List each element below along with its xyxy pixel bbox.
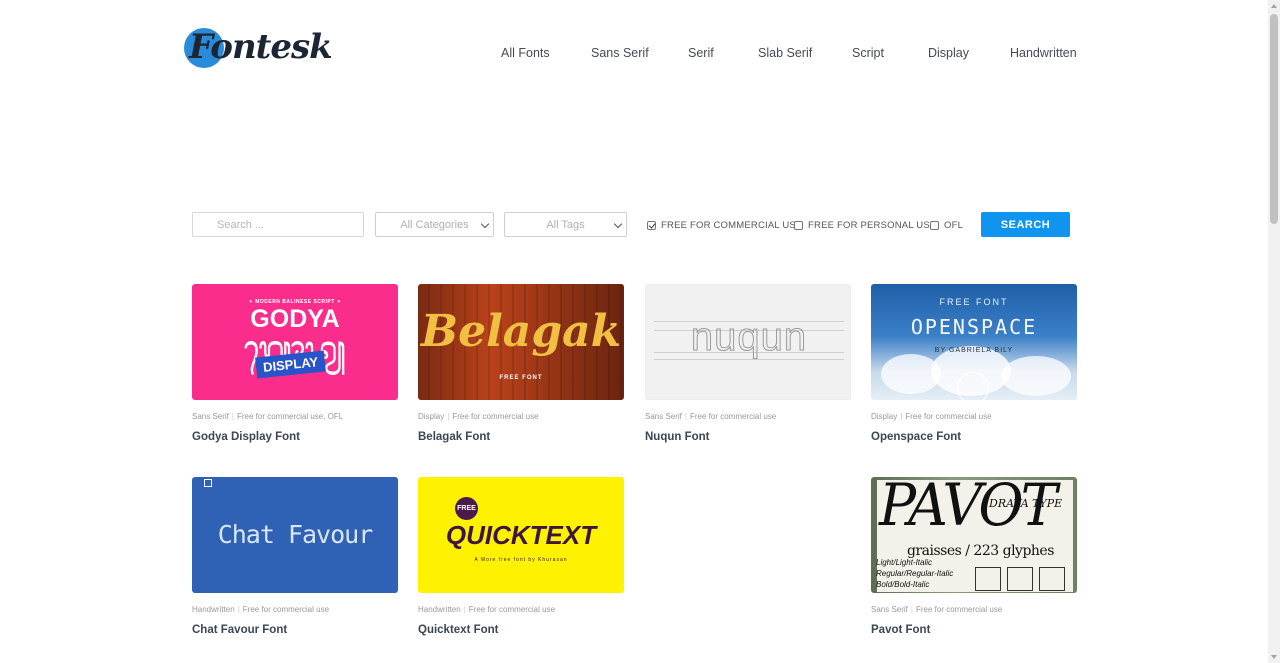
- nav-all-fonts[interactable]: All Fonts: [501, 46, 550, 60]
- art-brand-icon: [204, 479, 212, 487]
- chevron-down-icon: [480, 219, 490, 229]
- main-nav: All Fonts Sans Serif Serif Slab Serif Sc…: [0, 46, 1268, 62]
- nav-script[interactable]: Script: [852, 46, 884, 60]
- art-main-text: QUICKTEXT: [445, 520, 597, 550]
- tags-select-value: All Tags: [546, 218, 585, 231]
- nav-slab-serif[interactable]: Slab Serif: [758, 46, 812, 60]
- font-card-quicktext[interactable]: FREE QUICKTEXT A More free font by Khura…: [418, 477, 624, 647]
- font-thumbnail[interactable]: nuqun: [645, 284, 851, 400]
- font-thumbnail[interactable]: Belagak FREE FONT: [418, 284, 624, 400]
- font-card-belagak[interactable]: Belagak FREE FONT Display | Free for comme…: [418, 284, 624, 454]
- art-free-badge: FREE: [455, 497, 478, 520]
- site-header: Fontesk All Fonts Sans Serif Serif Slab …: [0, 0, 1268, 90]
- font-license: Free for commercial use: [689, 412, 777, 421]
- font-thumbnail[interactable]: FREE QUICKTEXT A More free font by Khura…: [418, 477, 624, 593]
- font-license: Free for commercial use: [915, 605, 1003, 614]
- font-card-nuqun[interactable]: nuqun Sans Serif | Free for commercial use…: [645, 284, 851, 454]
- filter-commercial-label: FREE FOR COMMERCIAL USE: [661, 219, 803, 231]
- font-title[interactable]: Nuqun Font: [645, 431, 710, 443]
- art-sub-text: BY GABRIELA BILY: [934, 347, 1014, 354]
- category-select[interactable]: All Categories: [375, 212, 494, 237]
- art-glyph-box: [975, 567, 1001, 591]
- font-category[interactable]: Display: [871, 412, 897, 421]
- art-glyph-box: [1039, 567, 1065, 591]
- search-input[interactable]: [192, 212, 364, 237]
- nav-handwritten[interactable]: Handwritten: [1010, 46, 1077, 60]
- font-thumbnail[interactable]: ✦ MODERN BALINESE SCRIPT ✦ GODYA ᬕᭀᬤ᭄ᬬ D…: [192, 284, 398, 400]
- checkbox-checked-icon[interactable]: [647, 220, 656, 230]
- chevron-down-icon: [613, 219, 623, 229]
- font-category[interactable]: Handwritten: [418, 605, 461, 614]
- font-title[interactable]: Belagak Font: [418, 431, 490, 443]
- font-card-openspace[interactable]: FREE FONT OPENSPACE BY GABRIELA BILY Dis…: [871, 284, 1077, 454]
- font-card-godya[interactable]: ✦ MODERN BALINESE SCRIPT ✦ GODYA ᬕᭀᬤ᭄ᬬ D…: [192, 284, 398, 454]
- filter-ofl[interactable]: OFL: [930, 219, 963, 231]
- checkbox-icon[interactable]: [930, 220, 939, 230]
- font-license: Free for commercial use, OFL: [236, 412, 344, 421]
- category-select-value: All Categories: [400, 218, 469, 231]
- font-category[interactable]: Sans Serif: [192, 412, 229, 421]
- art-main-text: OPENSPACE: [910, 315, 1038, 339]
- font-title[interactable]: Openspace Font: [871, 431, 961, 443]
- nav-sans-serif[interactable]: Sans Serif: [591, 46, 649, 60]
- art-monogram-icon: [957, 372, 989, 400]
- art-main-text: nuqun: [690, 315, 808, 360]
- tags-select[interactable]: All Tags: [504, 212, 627, 237]
- page-scrollbar[interactable]: [1268, 0, 1280, 663]
- search-button[interactable]: SEARCH: [981, 212, 1070, 237]
- nav-display[interactable]: Display: [928, 46, 969, 60]
- font-meta: Display | Free for commercial use: [418, 412, 539, 421]
- cloud-shape: [1001, 356, 1071, 396]
- font-title[interactable]: Quicktext Font: [418, 624, 499, 636]
- art-glyph-box: [1007, 567, 1033, 591]
- font-meta: Sans Serif | Free for commercial use: [871, 605, 1003, 614]
- font-thumbnail[interactable]: PAVOT DRAVA TYPE graisses / 223 glyphes …: [871, 477, 1077, 593]
- font-meta: Handwritten | Free for commercial use: [192, 605, 330, 614]
- font-category[interactable]: Display: [418, 412, 444, 421]
- art-top-text: FREE FONT: [939, 297, 1009, 307]
- art-weight-2: Regular/Regular-Italic: [876, 569, 954, 578]
- font-title[interactable]: Pavot Font: [871, 624, 930, 636]
- checkbox-icon[interactable]: [794, 220, 803, 230]
- filter-commercial[interactable]: FREE FOR COMMERCIAL USE: [647, 219, 802, 231]
- art-sub-text: FREE FONT: [499, 375, 543, 381]
- font-title[interactable]: Godya Display Font: [192, 431, 300, 443]
- font-thumbnail[interactable]: Chat Favour: [192, 477, 398, 593]
- art-weight-3: Bold/Bold-Italic: [876, 580, 930, 589]
- font-title[interactable]: Chat Favour Font: [192, 624, 287, 636]
- art-brand-text: DRAVA TYPE: [989, 497, 1063, 510]
- art-weight-1: Light/Light-Italic: [876, 558, 933, 567]
- scroll-thumb[interactable]: [1270, 14, 1278, 224]
- filter-ofl-label: OFL: [944, 219, 964, 231]
- art-main-text: Belagak: [420, 306, 622, 357]
- font-meta: Display | Free for commercial use: [871, 412, 992, 421]
- font-meta: Sans Serif | Free for commercial use, OFL: [192, 412, 344, 421]
- font-meta: Sans Serif | Free for commercial use: [645, 412, 777, 421]
- font-category[interactable]: Sans Serif: [645, 412, 682, 421]
- font-thumbnail[interactable]: FREE FONT OPENSPACE BY GABRIELA BILY: [871, 284, 1077, 400]
- filter-personal-label: FREE FOR PERSONAL USE: [808, 219, 937, 231]
- art-sub-text: graisses / 223 glyphes: [907, 543, 1054, 559]
- font-category[interactable]: Handwritten: [192, 605, 235, 614]
- font-category[interactable]: Sans Serif: [871, 605, 908, 614]
- font-license: Free for commercial use: [452, 412, 539, 421]
- art-sub-text: A More free font by Khurasan: [474, 557, 568, 563]
- font-license: Free for commercial use: [468, 605, 556, 614]
- font-license: Free for commercial use: [905, 412, 992, 421]
- font-card-pavot[interactable]: PAVOT DRAVA TYPE graisses / 223 glyphes …: [871, 477, 1077, 647]
- scroll-up-arrow-icon[interactable]: [1268, 0, 1280, 12]
- font-license: Free for commercial use: [242, 605, 330, 614]
- art-main-text: Chat Favour: [217, 520, 374, 549]
- filter-personal[interactable]: FREE FOR PERSONAL USE: [794, 219, 936, 231]
- font-card-chat-favour[interactable]: Chat Favour Handwritten | Free for commerc…: [192, 477, 398, 647]
- font-meta: Handwritten | Free for commercial use: [418, 605, 556, 614]
- scroll-down-arrow-icon[interactable]: [1268, 651, 1280, 663]
- nav-serif[interactable]: Serif: [688, 46, 714, 60]
